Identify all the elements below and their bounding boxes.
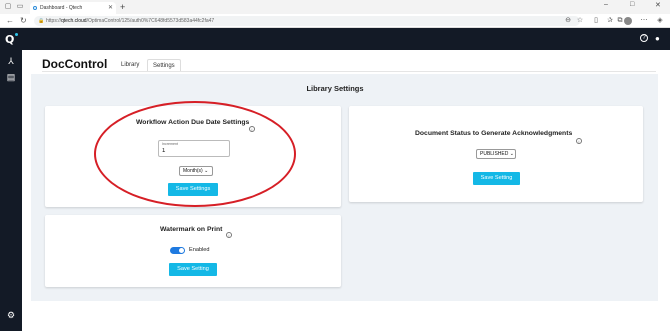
favorites-icon[interactable]: ✰: [606, 17, 614, 25]
logo-accent-dot: [15, 33, 18, 36]
copilot-icon[interactable]: ◈: [656, 17, 664, 25]
address-bar[interactable]: 🔒 https://qtech.cloud/OptimaControl/125/…: [34, 16, 580, 26]
minimize-icon[interactable]: –: [604, 1, 608, 8]
back-arrow-icon[interactable]: ←: [6, 16, 14, 26]
documents-icon[interactable]: ▤: [6, 72, 16, 82]
tab-library[interactable]: Library: [116, 59, 144, 71]
settings-gear-icon[interactable]: ⚙: [6, 310, 16, 320]
browser-tab-title: Dashboard - Qtech: [40, 5, 83, 11]
annotation-ellipse: [94, 101, 296, 207]
save-ack-setting-button[interactable]: Save Setting: [473, 172, 520, 185]
maximize-icon[interactable]: □: [630, 1, 634, 8]
chevron-down-icon: ⌄: [509, 151, 514, 157]
more-menu-icon[interactable]: ⋯: [640, 17, 648, 25]
url-path: /OptimaControl/125/auth0%7C648fd5573d583…: [86, 18, 215, 24]
url-prefix: https://: [46, 18, 62, 24]
qtech-logo[interactable]: Q: [5, 33, 14, 46]
browser-tab-strip: ▢ ▭ Dashboard - Qtech ✕ + – □ ✕: [0, 0, 670, 14]
lock-icon: 🔒: [38, 18, 45, 24]
close-window-icon[interactable]: ✕: [655, 1, 661, 9]
ack-card-title: Document Status to Generate Acknowledgme…: [415, 130, 573, 137]
section-title: Library Settings: [306, 84, 364, 93]
browser-toolbar: ← ↻ 🔒 https://qtech.cloud/OptimaControl/…: [0, 14, 670, 28]
reload-icon[interactable]: ↻: [20, 16, 27, 26]
qtech-favicon-icon: [33, 6, 37, 10]
workflow-hierarchy-icon[interactable]: ⅄: [6, 56, 16, 66]
browser-tab[interactable]: Dashboard - Qtech ✕: [30, 2, 116, 14]
close-tab-icon[interactable]: ✕: [108, 2, 113, 14]
url-host: qtech.cloud: [61, 18, 87, 24]
profile-avatar-icon[interactable]: [624, 17, 632, 25]
watermark-toggle[interactable]: [170, 247, 185, 254]
bookmark-star-icon[interactable]: ☆: [576, 17, 584, 25]
app-header: Q ? ●: [0, 28, 670, 50]
document-status-select[interactable]: PUBLISHED ⌄: [476, 149, 516, 159]
toggle-knob: [179, 248, 184, 253]
page-title: DocControl: [42, 57, 108, 71]
status-selected-value: PUBLISHED: [480, 151, 509, 157]
zoom-icon[interactable]: ⊖: [564, 17, 572, 25]
extensions-icon[interactable]: ⧉: [616, 17, 624, 25]
browser-menu-icon[interactable]: ▢: [4, 3, 12, 11]
tab-actions-icon[interactable]: ▭: [16, 3, 24, 11]
watermark-card-title: Watermark on Print: [160, 226, 223, 233]
tab-settings[interactable]: Settings: [147, 59, 181, 71]
split-screen-icon[interactable]: ▯: [592, 17, 600, 25]
new-tab-button[interactable]: +: [120, 2, 125, 12]
user-icon[interactable]: ●: [655, 34, 660, 43]
save-watermark-setting-button[interactable]: Save Setting: [169, 263, 217, 276]
tabs-divider: [42, 71, 656, 72]
ack-info-icon[interactable]: i: [576, 138, 582, 144]
help-icon[interactable]: ?: [640, 34, 648, 42]
watermark-info-icon[interactable]: i: [226, 232, 232, 238]
watermark-toggle-label: Enabled: [189, 247, 210, 253]
